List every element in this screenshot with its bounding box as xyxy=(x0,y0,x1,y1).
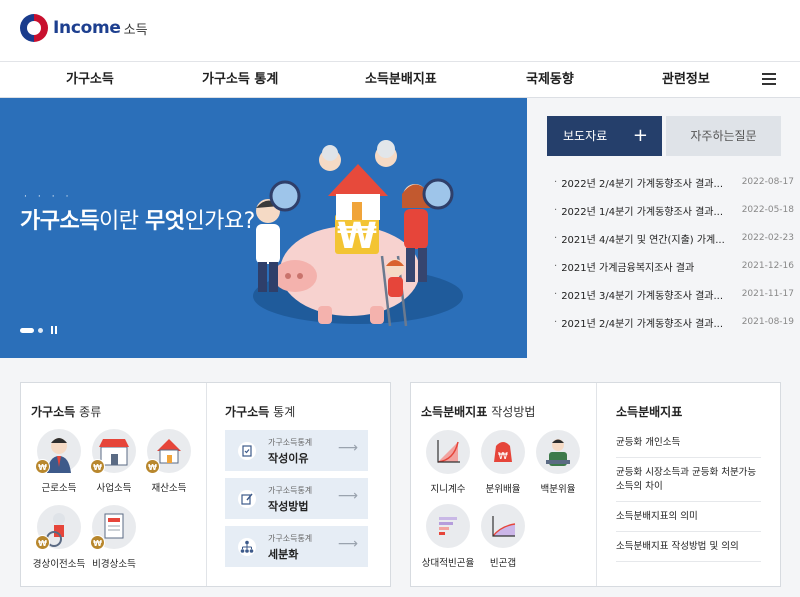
list-item[interactable]: 균등화 시장소득과 균등화 처분가능소득의 차이 xyxy=(616,458,761,502)
logo-text: Income xyxy=(53,18,121,38)
method-title: 소득분배지표 작성방법 xyxy=(421,405,536,419)
type-label[interactable]: 비경상소득 xyxy=(79,556,149,570)
hero-pager[interactable] xyxy=(20,326,57,334)
pager-active-indicator[interactable] xyxy=(20,327,34,333)
arrow-right-icon: ⟶ xyxy=(337,488,358,504)
emphasis-dots: ···· xyxy=(24,192,80,202)
percentile-ratio-icon[interactable] xyxy=(536,430,580,474)
method-label[interactable]: 백분위율 xyxy=(523,481,593,495)
hierarchy-icon xyxy=(238,538,256,556)
won-badge-icon: ₩ xyxy=(145,459,160,474)
pager-dot[interactable] xyxy=(38,327,43,333)
indicator-link-list: 균등화 개인소득 균등화 시장소득과 균등화 처분가능소득의 차이 소득분배지표… xyxy=(616,428,761,562)
nav-item-international[interactable]: 국제동향 xyxy=(526,62,574,98)
won-badge-icon: ₩ xyxy=(90,535,105,550)
hamburger-menu-icon[interactable] xyxy=(762,73,776,87)
piggy-bank-family-illustration: ₩ xyxy=(253,140,463,327)
stats-reason-button[interactable]: 가구소득통계 작성이유 ⟶ xyxy=(225,430,368,471)
stats-method-button[interactable]: 가구소득통계 작성방법 ⟶ xyxy=(225,478,368,519)
method-label[interactable]: 빈곤갭 xyxy=(468,555,538,569)
income-types-title: 가구소득 종류 xyxy=(31,405,102,419)
income-stats-title: 가구소득 통계 xyxy=(225,405,296,419)
poverty-gap-icon[interactable] xyxy=(481,504,525,548)
hero-title: 가구소득이란 무엇인가요? xyxy=(20,209,255,234)
news-panel: 보도자료 + 자주하는질문 2022년 2/4분기 가계동향조사 결과...20… xyxy=(527,98,800,358)
main-nav: 가구소득 가구소득 통계 소득분배지표 국제동향 관련정보 xyxy=(0,62,800,98)
nav-item-related-info[interactable]: 관련정보 xyxy=(662,62,710,98)
list-item[interactable]: 균등화 개인소득 xyxy=(616,428,761,458)
taegeuk-logo-icon xyxy=(20,14,48,42)
plus-icon[interactable]: + xyxy=(633,116,648,156)
card-divider xyxy=(596,383,597,586)
tab-faq[interactable]: 자주하는질문 xyxy=(666,116,781,156)
svg-text:₩: ₩ xyxy=(337,216,377,257)
list-item[interactable]: 소득분배지표 작성방법 및 의의 xyxy=(616,532,761,562)
logo-sub: 소득 xyxy=(123,22,148,38)
pause-icon[interactable] xyxy=(51,326,57,334)
won-badge-icon: ₩ xyxy=(35,535,50,550)
tab-press-release[interactable]: 보도자료 + xyxy=(547,116,662,156)
list-item[interactable]: 2021년 4/4분기 및 연간(지출) 가계...2022-02-23 xyxy=(561,224,794,252)
nav-item-income-stats[interactable]: 가구소득 통계 xyxy=(202,62,278,98)
checklist-icon xyxy=(238,442,256,460)
list-item[interactable]: 2021년 3/4분기 가계동향조사 결과...2021-11-17 xyxy=(561,280,794,308)
top-bar: Income 소득 xyxy=(0,0,800,62)
edit-icon xyxy=(238,490,256,508)
arrow-right-icon: ⟶ xyxy=(337,536,358,552)
list-item[interactable]: 2022년 1/4분기 가계동향조사 결과...2022-05-18 xyxy=(561,196,794,224)
quintile-ratio-icon[interactable]: ₩ xyxy=(481,430,525,474)
list-item[interactable]: 2021년 가계금융복지조사 결과2021-12-16 xyxy=(561,252,794,280)
stats-breakdown-button[interactable]: 가구소득통계 세분화 ⟶ xyxy=(225,526,368,567)
indicator-title: 소득분배지표 xyxy=(616,405,683,419)
arrow-right-icon: ⟶ xyxy=(337,440,358,456)
svg-text:₩: ₩ xyxy=(498,451,508,462)
nav-item-household-income[interactable]: 가구소득 xyxy=(66,62,114,98)
type-label[interactable]: 재산소득 xyxy=(134,480,204,494)
relative-poverty-icon[interactable] xyxy=(426,504,470,548)
list-item[interactable]: 2022년 2/4분기 가계동향조사 결과...2022-08-17 xyxy=(561,168,794,196)
card-divider xyxy=(206,383,207,586)
press-release-list: 2022년 2/4분기 가계동향조사 결과...2022-08-17 2022년… xyxy=(561,168,794,336)
site-logo[interactable]: Income 소득 xyxy=(20,14,148,42)
won-badge-icon: ₩ xyxy=(90,459,105,474)
list-item[interactable]: 소득분배지표의 의미 xyxy=(616,502,761,532)
list-item[interactable]: 2021년 2/4분기 가계동향조사 결과...2021-08-19 xyxy=(561,308,794,336)
gini-coefficient-icon[interactable] xyxy=(426,430,470,474)
nav-item-distribution-index[interactable]: 소득분배지표 xyxy=(365,62,437,98)
won-badge-icon: ₩ xyxy=(35,459,50,474)
hero-banner[interactable]: ···· 가구소득이란 무엇인가요? ₩ xyxy=(0,98,527,358)
